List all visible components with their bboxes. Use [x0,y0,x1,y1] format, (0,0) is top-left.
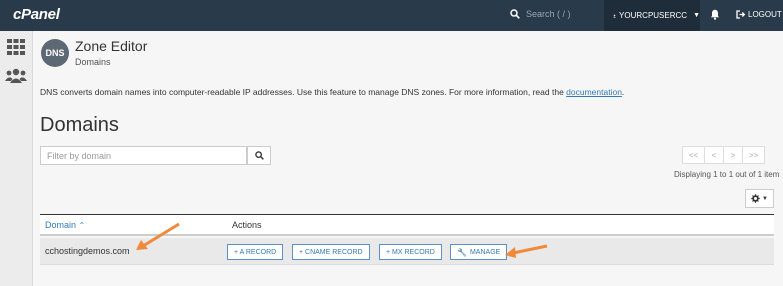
user-menu[interactable]: YOURCPUSERCC ▼ [604,0,700,31]
bell-icon[interactable] [710,9,720,20]
sort-by-domain[interactable]: Domain ⌃ [45,220,85,230]
dns-icon-label: DNS [45,48,65,58]
documentation-link[interactable]: documentation [566,87,622,97]
column-header-domain: Domain [45,220,77,230]
section-heading: Domains [40,114,119,136]
page-description: DNS converts domain names into computer-… [40,87,624,97]
main-content: DNS Zone Editor Domains DNS converts dom… [33,31,783,286]
search-icon [254,151,264,160]
wrench-icon: 🔧 [457,247,467,257]
search-input[interactable] [526,9,606,19]
logout-button[interactable]: LOGOUT [736,10,782,19]
manage-label: MANAGE [469,248,501,256]
description-text: DNS converts domain names into computer-… [40,87,567,97]
grid-icon[interactable] [7,39,25,55]
sort-ascending-icon: ⌃ [78,221,86,230]
cpanel-logo[interactable]: cPanel [13,6,60,23]
logout-label: LOGOUT [748,10,782,19]
gear-icon [751,194,760,203]
left-sidebar [0,31,33,286]
last-page-button[interactable]: >> [742,146,765,164]
add-a-record-button[interactable]: + A RECORD [227,244,284,260]
description-end: . [621,87,625,97]
dns-app-icon: DNS [41,39,69,67]
filter-search-button[interactable] [247,146,271,165]
filter-domain-input[interactable] [40,146,247,165]
prev-page-button[interactable]: < [704,146,724,164]
users-icon[interactable] [5,68,27,83]
settings-dropdown-button[interactable]: ▼ [745,189,774,208]
pagination: << < > >> [682,146,765,164]
user-icon [613,14,616,18]
next-page-button[interactable]: > [723,146,743,164]
page-title: Zone Editor [75,38,148,54]
search-icon [510,9,520,19]
column-header-actions: Actions [232,220,262,230]
annotation-arrow-manage [505,244,548,258]
manage-button[interactable]: 🔧 MANAGE [450,244,508,260]
breadcrumb: Domains [75,57,111,67]
top-navbar: cPanel YOURCPUSERCC ▼ LOGOUT [0,0,783,31]
caret-down-icon: ▼ [693,12,700,19]
search-box[interactable] [510,9,606,19]
pagination-info: Displaying 1 to 1 out of 1 item [674,170,780,179]
annotation-arrow-domain [136,222,180,250]
add-mx-record-button[interactable]: + MX RECORD [379,244,442,260]
logout-icon [736,10,745,19]
domain-cell: cchostingdemos.com [45,246,130,256]
username: YOURCPUSERCC [619,11,688,20]
caret-down-icon: ▼ [762,195,768,202]
add-cname-record-button[interactable]: + CNAME RECORD [292,244,370,260]
first-page-button[interactable]: << [682,146,705,164]
